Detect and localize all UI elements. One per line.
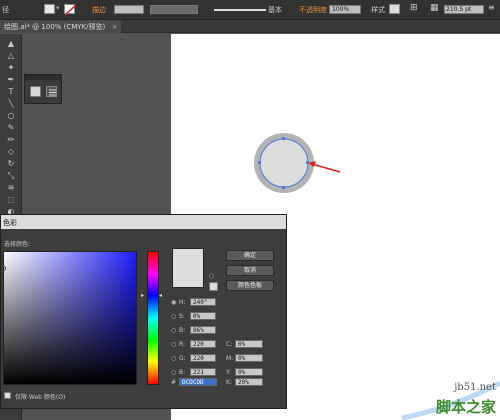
pen-tool-icon[interactable]: ✒: [4, 74, 18, 85]
h-field[interactable]: 240°: [190, 298, 216, 306]
red-arrow-line: [311, 163, 341, 173]
color-field[interactable]: [3, 251, 137, 385]
blue-field[interactable]: 221: [190, 368, 216, 376]
watermark-line2: 脚本之家: [435, 398, 496, 416]
pencil-tool-icon[interactable]: ✏: [4, 134, 18, 145]
document-title: 绘图.ai* @ 100% (CMYK/预览): [4, 23, 106, 31]
m-label: M:: [226, 355, 234, 362]
magic-wand-tool-icon[interactable]: ✦: [4, 62, 18, 73]
floating-panel-header[interactable]: [25, 75, 61, 80]
y-field[interactable]: 0%: [235, 368, 263, 376]
rotate-tool-icon[interactable]: ↻: [4, 158, 18, 169]
c-label: C:: [226, 341, 233, 348]
s-label: S:: [179, 313, 185, 320]
stroke-swatch[interactable]: [64, 4, 77, 16]
h-radio[interactable]: ◉: [171, 299, 176, 306]
blue-radio[interactable]: ○: [171, 369, 176, 376]
fill-swatch[interactable]: [44, 4, 55, 14]
select-color-label: 选择颜色:: [4, 241, 31, 248]
k-field[interactable]: 20%: [235, 378, 263, 386]
transform-icon[interactable]: ⊞: [410, 3, 418, 13]
dialog-title: 色彩: [1, 215, 286, 229]
floating-panel: [24, 74, 62, 104]
y-label: Y:: [226, 369, 231, 376]
hue-slider[interactable]: [147, 251, 159, 385]
chevron-down-icon[interactable]: ▾: [56, 4, 60, 12]
layers-icon[interactable]: [46, 86, 57, 97]
web-color-swatch[interactable]: [209, 282, 218, 291]
g-label: G:: [179, 355, 186, 362]
anchor-point[interactable]: [282, 186, 285, 189]
free-transform-tool-icon[interactable]: ⬚: [4, 194, 18, 205]
line-tool-icon[interactable]: ╲: [4, 98, 18, 109]
ellipse-tool-icon[interactable]: ○: [4, 110, 18, 121]
brush-style-label: 基本: [268, 6, 282, 14]
k-label: K:: [226, 379, 232, 386]
scale-tool-icon[interactable]: ⤡: [4, 170, 18, 181]
web-only-label: 仅限 Web 颜色(O): [15, 394, 66, 401]
brush-tool-icon[interactable]: ✎: [4, 122, 18, 133]
opacity-label[interactable]: 不透明度: [299, 5, 327, 15]
color-picker-dialog: 色彩 选择颜色: ▸ ◂ ⬡ 确定 取消 颜色色板 ◉ H: 240° ○ S:…: [0, 214, 287, 409]
control-bar: 径 ▾ 描边 基本 不透明度 100% 样式 ⊞ ▦ 210.5 pt ≡: [0, 0, 500, 20]
type-tool-icon[interactable]: T: [4, 86, 18, 97]
reference-point-icon[interactable]: ▦: [430, 3, 439, 13]
g-field[interactable]: 220: [190, 354, 216, 362]
graphic-style-swatch[interactable]: [389, 4, 400, 14]
anchor-point[interactable]: [282, 137, 285, 140]
style-label: 样式: [371, 6, 385, 14]
cube-icon[interactable]: ⬡: [209, 273, 216, 280]
hex-label: #: [171, 379, 177, 386]
hex-field[interactable]: DCDCDD: [179, 378, 217, 386]
close-icon[interactable]: ×: [112, 23, 118, 31]
b-radio[interactable]: ○: [171, 327, 176, 334]
brush-stroke-preview[interactable]: [214, 9, 266, 11]
stroke-weight-field[interactable]: [114, 5, 144, 14]
r-radio[interactable]: ○: [171, 341, 176, 348]
document-tab[interactable]: 绘图.ai* @ 100% (CMYK/预览) ×: [0, 20, 122, 33]
watermark-line1: jb51.net: [454, 382, 496, 393]
anchor-point[interactable]: [258, 161, 261, 164]
lines-glyph: [49, 89, 56, 96]
eraser-tool-icon[interactable]: ◇: [4, 146, 18, 157]
opacity-field[interactable]: 100%: [329, 5, 361, 14]
h-label: H:: [179, 299, 186, 306]
warp-tool-icon[interactable]: ≋: [4, 182, 18, 193]
b-label: B:: [179, 327, 186, 334]
selection-tool-icon[interactable]: ▲: [4, 38, 18, 49]
anchor-point[interactable]: [306, 161, 309, 164]
r-label: R:: [179, 341, 186, 348]
s-radio[interactable]: ○: [171, 313, 176, 320]
m-field[interactable]: 0%: [235, 354, 263, 362]
direct-selection-tool-icon[interactable]: △: [4, 50, 18, 61]
circle-artwork[interactable]: [240, 125, 350, 205]
x-position-field[interactable]: 210.5 pt: [444, 5, 484, 14]
path-label: 径: [2, 6, 9, 14]
swatch-icon[interactable]: [30, 86, 41, 97]
color-preview: [172, 248, 204, 288]
menu-icon[interactable]: ≡: [488, 3, 495, 12]
watermark: jb51.net 脚本之家: [392, 378, 500, 420]
blue-label: B:: [179, 369, 186, 376]
ok-button[interactable]: 确定: [226, 250, 274, 261]
slider-right-arrow-icon[interactable]: ◂: [159, 292, 162, 299]
b-field[interactable]: 86%: [190, 326, 216, 334]
r-field[interactable]: 220: [190, 340, 216, 348]
color-swatches-button[interactable]: 颜色色板: [226, 280, 274, 291]
cancel-button[interactable]: 取消: [226, 265, 274, 276]
variable-width-dropdown[interactable]: [150, 5, 198, 14]
s-field[interactable]: 0%: [190, 312, 216, 320]
g-radio[interactable]: ○: [171, 355, 176, 362]
no-color-icon: [64, 4, 77, 16]
slider-left-arrow-icon[interactable]: ▸: [141, 292, 144, 299]
web-only-checkbox[interactable]: [4, 392, 11, 399]
c-field[interactable]: 0%: [235, 340, 263, 348]
stroke-label[interactable]: 描边: [92, 5, 106, 15]
color-picker-cursor[interactable]: [1, 266, 6, 271]
